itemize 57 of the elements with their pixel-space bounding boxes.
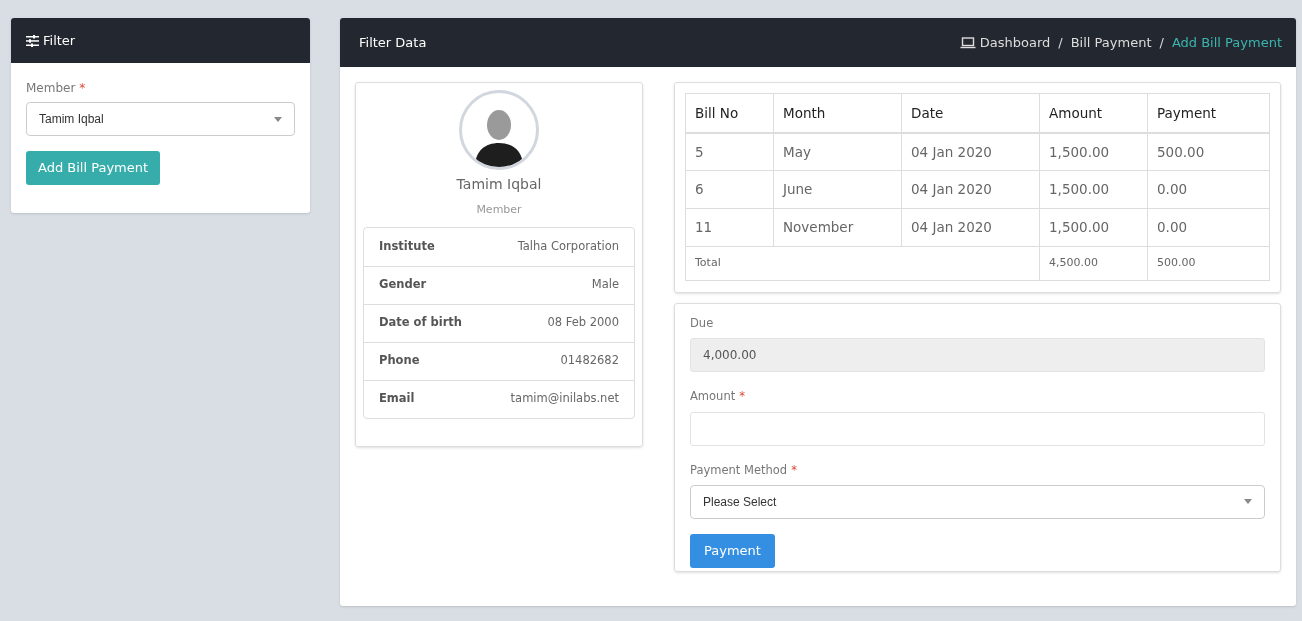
table-cell: 04 Jan 2020	[901, 170, 1040, 209]
required-mark: *	[79, 81, 86, 95]
caret-icon	[1244, 499, 1252, 505]
detail-label: Institute	[379, 237, 435, 255]
table-cell: 6	[685, 170, 774, 209]
breadcrumb-separator: /	[1058, 33, 1063, 52]
profile-role: Member	[476, 202, 522, 218]
due-field: 4,000.00	[690, 338, 1265, 373]
detail-value: Male	[591, 276, 619, 294]
table-cell: 500.00	[1147, 132, 1270, 171]
table-cell: November	[773, 208, 902, 247]
table-cell: 0.00	[1147, 170, 1270, 209]
profile-name: Tamim Iqbal	[456, 175, 542, 194]
breadcrumb-link[interactable]: Bill Payment	[1070, 32, 1152, 53]
main-title: Filter Data	[359, 33, 427, 52]
total-label: Total	[685, 246, 1040, 281]
table-cell: June	[773, 170, 902, 209]
amount-label: Amount	[690, 389, 736, 404]
total-amount: 4,500.00	[1039, 246, 1148, 281]
required-mark: *	[791, 462, 797, 477]
detail-label: Phone	[379, 352, 420, 370]
table-cell: 5	[685, 132, 774, 171]
total-payment: 500.00	[1147, 246, 1270, 281]
detail-value: Talha Corporation	[517, 237, 619, 255]
member-label: Member	[26, 81, 76, 95]
detail-value: 01482682	[560, 352, 619, 370]
table-cell: 1,500.00	[1039, 208, 1148, 247]
detail-label: Email	[379, 390, 415, 408]
sliders-icon	[26, 34, 39, 47]
column-header: Bill No	[685, 93, 774, 133]
breadcrumb-link[interactable]: Dashboard	[959, 32, 1051, 53]
amount-input[interactable]	[690, 411, 1265, 446]
laptop-icon	[959, 36, 976, 49]
table-cell: May	[773, 132, 902, 171]
payment-method-label: Payment Method	[690, 462, 788, 477]
detail-value: 08 Feb 2000	[547, 314, 619, 332]
detail-label: Date of birth	[379, 314, 463, 332]
column-header: Payment	[1147, 93, 1270, 133]
table-cell: 1,500.00	[1039, 170, 1148, 209]
table-cell: 1,500.00	[1039, 132, 1148, 171]
required-mark: *	[739, 389, 745, 404]
breadcrumb-link[interactable]: Add Bill Payment	[1171, 32, 1282, 53]
table-cell: 0.00	[1147, 208, 1270, 247]
table-cell: 04 Jan 2020	[901, 132, 1040, 171]
breadcrumb-separator: /	[1159, 33, 1164, 52]
detail-value: tamim@inilabs.net	[510, 390, 619, 408]
table-cell: 04 Jan 2020	[901, 208, 1040, 247]
column-header: Date	[901, 93, 1040, 133]
member-select[interactable]: Tamim Iqbal	[26, 102, 295, 136]
table-cell: 11	[685, 208, 774, 247]
caret-icon	[274, 116, 282, 122]
due-label: Due	[690, 315, 715, 332]
detail-label: Gender	[379, 276, 427, 294]
column-header: Amount	[1039, 93, 1148, 133]
column-header: Month	[773, 93, 902, 133]
payment-method-select[interactable]: Please Select	[690, 484, 1265, 519]
filter-title: Filter	[43, 31, 76, 50]
